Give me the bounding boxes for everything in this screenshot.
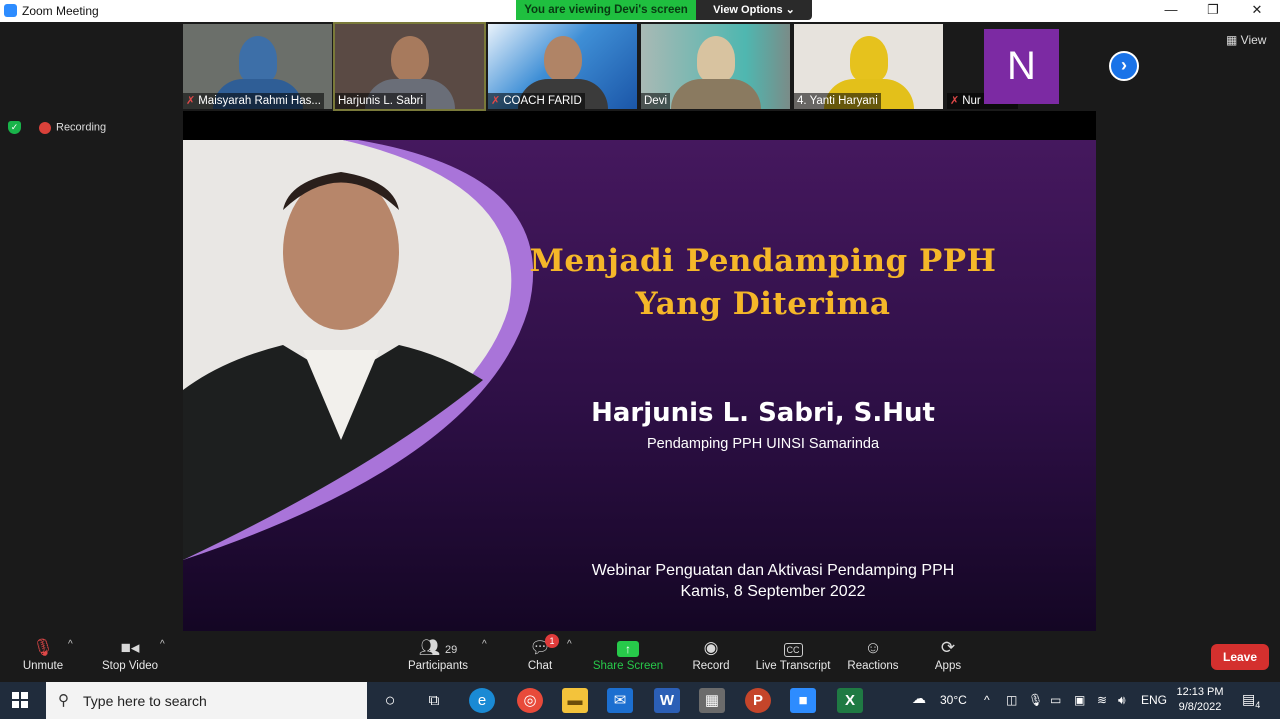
chat-unread-badge: 1 [545,634,559,648]
presenter-role: Pendamping PPH UINSI Samarinda [646,436,880,452]
event-info: Webinar Penguatan dan Aktivasi Pendampin… [573,560,973,602]
presenter-name: Harjunis L. Sabri, S.Hut [591,398,935,428]
search-icon: ⚲ [58,692,69,709]
participant-tile[interactable]: 4. Yanti Haryani [794,24,943,109]
clock-date: 9/8/2022 [1178,701,1222,713]
unmute-button[interactable]: 🎙︎ Unmute [3,632,83,672]
meeting-toolbar: 🎙︎ Unmute ^ ■◂ Stop Video ^ 👥︎ 29 Participa… [0,632,1280,682]
recording-dot-icon [39,121,51,134]
chat-chevron-icon[interactable]: ^ [567,639,572,650]
wifi-icon[interactable]: ≋ [1097,693,1107,707]
participants-icon: 👥︎ [418,638,441,657]
encryption-shield-icon: ✓ [8,121,21,134]
minimize-button[interactable]: — [1148,2,1194,20]
microphone-tray-icon[interactable]: 🎙︎ [1028,693,1043,707]
windows-taskbar: ⚲ Type here to search ○ ⧉ e ◎ ▬ ✉ W ▦ P … [0,682,1280,719]
shared-screen: Menjadi Pendamping PPH Yang Diterima Har… [183,111,1096,631]
mic-muted-icon: ✗ [186,95,196,107]
mic-muted-icon: ✗ [491,95,501,107]
clock-time: 12:13 PM [1176,686,1224,698]
leave-button[interactable]: Leave [1211,644,1269,670]
participant-name: Harjunis L. Sabri [338,95,424,107]
presentation-slide: Menjadi Pendamping PPH Yang Diterima Har… [183,140,1096,631]
mic-muted-icon: ✗ [950,95,960,107]
file-explorer-icon[interactable]: ▬ [562,688,588,713]
participants-count: 29 [445,644,458,656]
reactions-button[interactable]: ☺ Reactions [833,632,913,672]
participant-name: Maisyarah Rahmi Has... [198,95,321,107]
zoom-taskbar-icon[interactable]: ■ [790,688,816,713]
camera-tray-icon[interactable]: ▣ [1074,693,1085,707]
weather-cloud-icon[interactable]: ☁ [912,690,926,707]
event-title: Webinar Penguatan dan Aktivasi Pendampin… [591,562,955,579]
record-icon: ◉ [703,638,719,657]
participant-tile[interactable]: ✗ Maisyarah Rahmi Has... [183,24,332,109]
participant-name: COACH FARID [503,95,582,107]
closed-caption-icon: CC [783,643,803,657]
participant-tile[interactable]: ✗ COACH FARID [488,24,637,109]
slide-photo-panel [183,140,534,560]
temperature: 30°C [940,693,967,707]
taskbar-search-box[interactable]: ⚲ Type here to search [46,682,367,719]
participants-chevron-icon[interactable]: ^ [482,639,487,650]
audio-options-chevron-icon[interactable]: ^ [68,639,73,650]
participant-video [849,36,888,82]
recording-label: Recording [56,121,107,134]
participant-initial-avatar: N [984,29,1059,104]
participant-tile[interactable]: Harjunis L. Sabri [333,22,486,111]
grid-icon: ▦ [1226,33,1241,47]
task-view-icon[interactable]: ⧉ [421,688,447,713]
video-camera-icon: ■◂ [120,638,140,657]
apps-icon: ⟳ [940,638,956,657]
smiley-plus-icon: ☺ [864,638,882,657]
cortana-icon[interactable]: ○ [377,688,403,713]
mail-icon[interactable]: ✉ [607,688,633,713]
live-transcript-button[interactable]: CC Live Transcript [752,632,834,672]
participant-name: 4. Yanti Haryani [797,95,878,107]
windows-start-icon[interactable] [12,692,28,708]
input-language[interactable]: ENG [1141,693,1167,707]
apps-button[interactable]: ⟳ Apps [908,632,988,672]
view-button[interactable]: ▦ View [1226,33,1266,47]
participant-video [238,36,277,82]
share-screen-button[interactable]: ↑ Share Screen [588,632,668,672]
excel-icon[interactable]: X [837,688,863,713]
restore-button[interactable]: ❐ [1190,2,1236,20]
video-options-chevron-icon[interactable]: ^ [160,639,165,650]
participant-tile[interactable]: Devi [641,24,790,109]
participants-button[interactable]: 👥︎ 29 Participants [398,632,478,672]
zoom-logo-icon [4,4,17,17]
meet-now-icon[interactable]: ◫ [1006,693,1017,707]
close-button[interactable]: ✕ [1234,2,1280,20]
tray-chevron-icon[interactable]: ^ [984,693,990,707]
stop-video-button[interactable]: ■◂ Stop Video [90,632,170,672]
viewing-screen-banner: You are viewing Devi's screen [516,0,696,20]
chrome-browser-icon[interactable]: ◎ [517,688,543,713]
notification-center-icon[interactable]: ▤4 [1242,691,1260,710]
share-screen-icon: ↑ [617,641,639,657]
system-clock[interactable]: 12:13 PM 9/8/2022 [1176,685,1224,715]
window-title: Zoom Meeting [22,4,99,18]
participant-video [390,36,429,82]
record-button[interactable]: ◉ Record [671,632,751,672]
event-date: Kamis, 8 September 2022 [680,583,866,600]
presenter-face [283,174,399,330]
edge-browser-icon[interactable]: e [469,688,495,713]
store-icon[interactable]: ▦ [699,688,725,713]
battery-icon[interactable]: ▭ [1050,693,1061,707]
powerpoint-icon[interactable]: P [745,688,771,713]
volume-icon[interactable]: 🔊︎ [1118,693,1126,708]
word-icon[interactable]: W [654,688,680,713]
participant-video [696,36,735,82]
chat-button[interactable]: 💬︎ Chat 1 [500,632,580,672]
search-placeholder: Type here to search [83,693,207,709]
slide-title: Menjadi Pendamping PPH Yang Diterima [529,243,997,322]
next-page-arrow-icon[interactable]: › [1109,51,1139,81]
recording-indicator[interactable]: ✓ Recording [8,121,106,134]
view-options-button[interactable]: View Options ⌄ [696,0,812,20]
participant-video [543,36,582,82]
participant-name: Devi [644,95,668,107]
